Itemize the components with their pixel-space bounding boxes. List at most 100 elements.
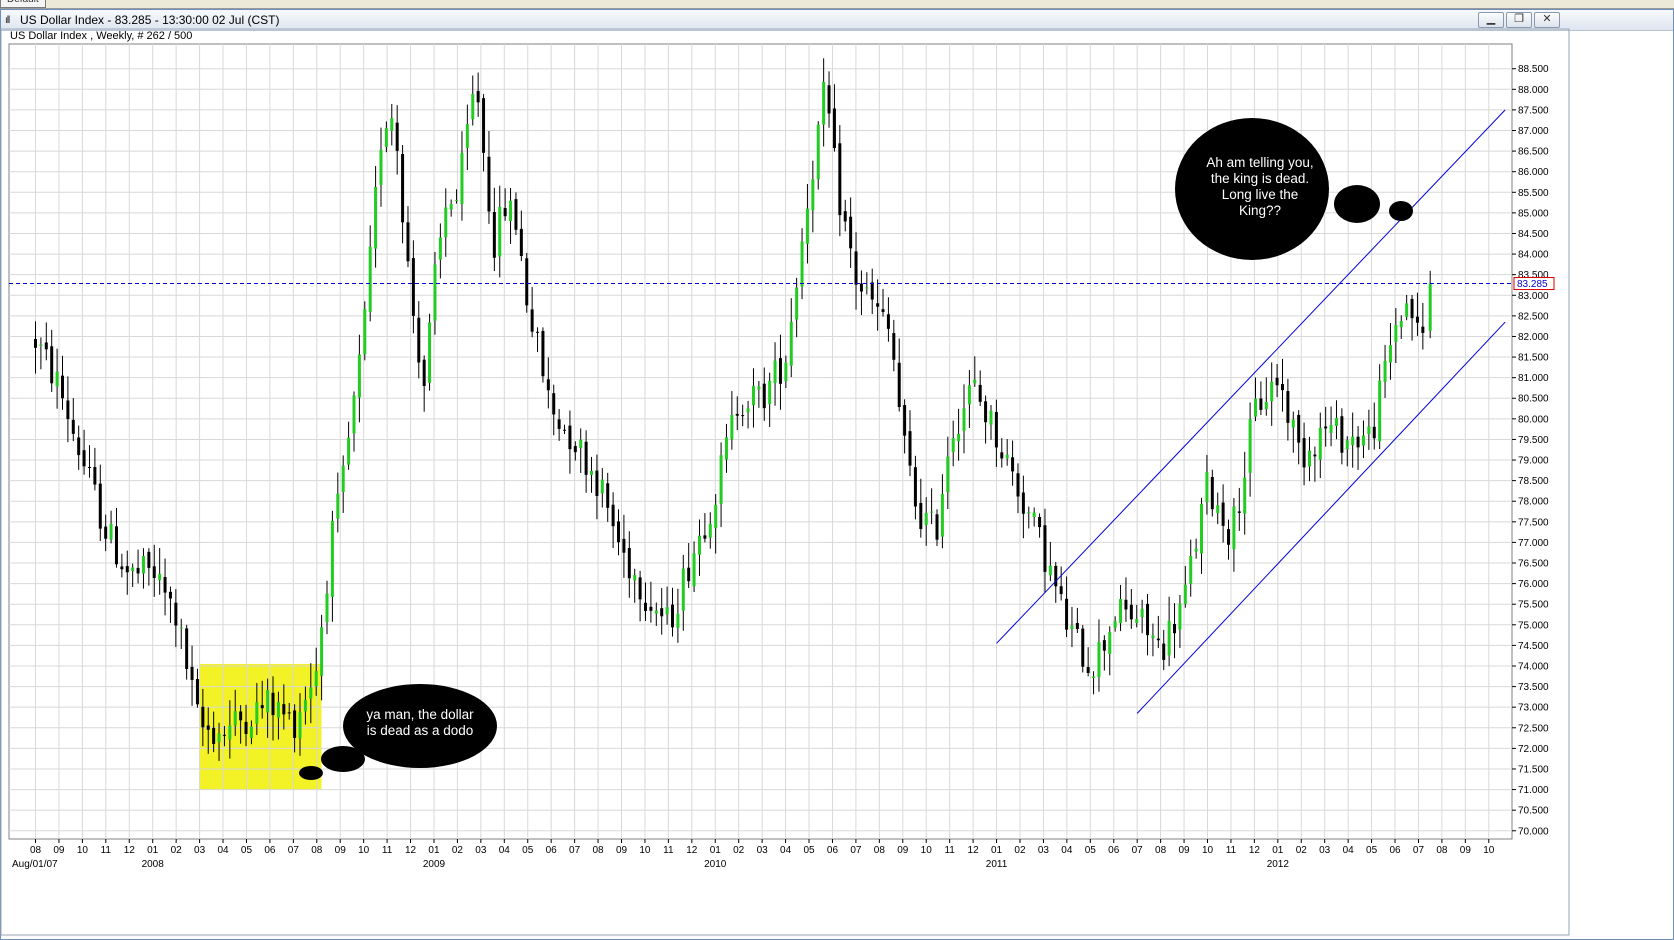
- x-tick-label: 01: [710, 845, 722, 856]
- candle-body-up: [1394, 324, 1398, 343]
- x-tick-label: 01: [428, 845, 440, 856]
- x-tick-label: 11: [382, 845, 393, 856]
- candle-body-up: [1232, 506, 1236, 550]
- bubble-line: Long live the: [1221, 187, 1299, 202]
- candle-body-down: [260, 705, 264, 709]
- candle-body-up: [471, 93, 475, 120]
- candle-body-down: [1081, 628, 1085, 667]
- x-tick-label: 05: [1085, 845, 1097, 856]
- candle-body-up: [1307, 450, 1311, 467]
- candle-body-up: [1345, 440, 1349, 450]
- candle-body-up: [341, 465, 345, 492]
- x-year-label: 2010: [704, 859, 727, 870]
- candle-body-up: [708, 523, 712, 538]
- candle-body-up: [784, 362, 788, 382]
- candle-body-down: [978, 384, 982, 402]
- candle-body-up: [1189, 556, 1193, 584]
- x-tick-label: 12: [1249, 845, 1261, 856]
- y-tick-label: 87.000: [1518, 126, 1549, 137]
- x-tick-label: 11: [663, 845, 674, 856]
- candle-body-down: [903, 405, 907, 436]
- y-tick-label: 71.500: [1518, 764, 1549, 775]
- candle-body-up: [131, 567, 135, 572]
- candle-body-up: [1140, 608, 1144, 618]
- candle-body-up: [1070, 625, 1074, 629]
- candle: [428, 313, 432, 391]
- candle-body-up: [1113, 621, 1117, 628]
- candle-body-up: [654, 610, 658, 614]
- candle-body-down: [627, 547, 631, 579]
- x-tick-label: 06: [1389, 845, 1401, 856]
- candle-body-up: [379, 149, 383, 185]
- x-tick-label: 02: [733, 845, 745, 856]
- candle-body-down: [870, 282, 874, 300]
- candle-body-down: [476, 90, 480, 103]
- candle-body-down: [514, 199, 518, 230]
- candle-body-down: [482, 98, 486, 153]
- candle-body-down: [1356, 436, 1360, 448]
- y-tick-label: 77.000: [1518, 538, 1549, 549]
- candle-body-up: [55, 371, 59, 387]
- x-tick-label: 08: [1436, 845, 1448, 856]
- candle: [1081, 624, 1085, 673]
- candle-body-down: [422, 359, 426, 386]
- candle-body-up: [940, 493, 944, 537]
- candle-body-down: [1129, 604, 1133, 620]
- x-tick-label: 05: [522, 845, 534, 856]
- candle-body-up: [39, 344, 43, 346]
- y-tick-label: 70.500: [1518, 806, 1549, 817]
- candle-body-down: [1372, 426, 1376, 439]
- candle-body-down: [1227, 529, 1231, 545]
- candle-body-up: [1428, 283, 1432, 331]
- candle-body-down: [1324, 426, 1328, 429]
- candle-body-down: [82, 450, 86, 467]
- chart-subtitle: US Dollar Index , Weekly, # 262 / 500: [10, 30, 193, 42]
- candle-body-down: [1173, 623, 1177, 634]
- candle-body-up: [1178, 603, 1182, 630]
- x-tick-label: 03: [194, 845, 206, 856]
- candle-body-down: [541, 330, 545, 377]
- candle-body-up: [1264, 402, 1268, 410]
- bubble-line: King??: [1238, 203, 1282, 218]
- x-tick-label: 09: [335, 845, 347, 856]
- x-tick-label: 08: [311, 845, 323, 856]
- candle-body-up: [1248, 419, 1252, 473]
- x-tick-label: 03: [475, 845, 487, 856]
- x-tick-label: 05: [241, 845, 253, 856]
- x-tick-label: 09: [53, 845, 65, 856]
- candle-body-down: [584, 441, 588, 475]
- x-tick-label: 11: [1226, 845, 1237, 856]
- bubble-line: is dead as a dodo: [366, 723, 474, 738]
- y-tick-label: 71.000: [1518, 785, 1549, 796]
- y-tick-label: 74.000: [1518, 661, 1549, 672]
- price-chart[interactable]: 70.000 70.500 71.000 71.500 72.000 72.500 73.0…: [0, 0, 1674, 940]
- candle-body-down: [93, 467, 97, 485]
- y-tick-label: 85.000: [1518, 208, 1549, 219]
- y-tick-label: 87.500: [1518, 105, 1549, 116]
- candle-body-up: [460, 152, 464, 205]
- candle-body-down: [649, 606, 653, 611]
- x-tick-label: 09: [616, 845, 628, 856]
- x-tick-label: 04: [499, 845, 511, 856]
- candle-body-down: [44, 342, 48, 350]
- y-tick-label: 80.500: [1518, 394, 1549, 405]
- candle-body-up: [303, 699, 307, 712]
- candle-body-down: [163, 577, 167, 593]
- candle-body-up: [1092, 676, 1096, 678]
- candle-body-up: [1119, 599, 1123, 624]
- candle-body-up: [374, 186, 378, 249]
- candle-body-up: [433, 264, 437, 321]
- candle-body-down: [1237, 511, 1241, 513]
- bubble-line: Ah am telling you,: [1206, 155, 1314, 170]
- candle-body-down: [185, 628, 189, 670]
- x-year-label: Aug/01/07: [12, 859, 58, 870]
- candle-body-down: [1259, 398, 1263, 410]
- candle-body-up: [590, 470, 594, 475]
- y-tick-label: 75.000: [1518, 620, 1549, 631]
- y-tick-label: 88.000: [1518, 85, 1549, 96]
- candle-body-up: [1378, 380, 1382, 442]
- candle-body-up: [255, 702, 259, 724]
- candle-body-down: [935, 514, 939, 540]
- x-tick-label: 04: [1061, 845, 1073, 856]
- candle-body-down: [282, 704, 286, 715]
